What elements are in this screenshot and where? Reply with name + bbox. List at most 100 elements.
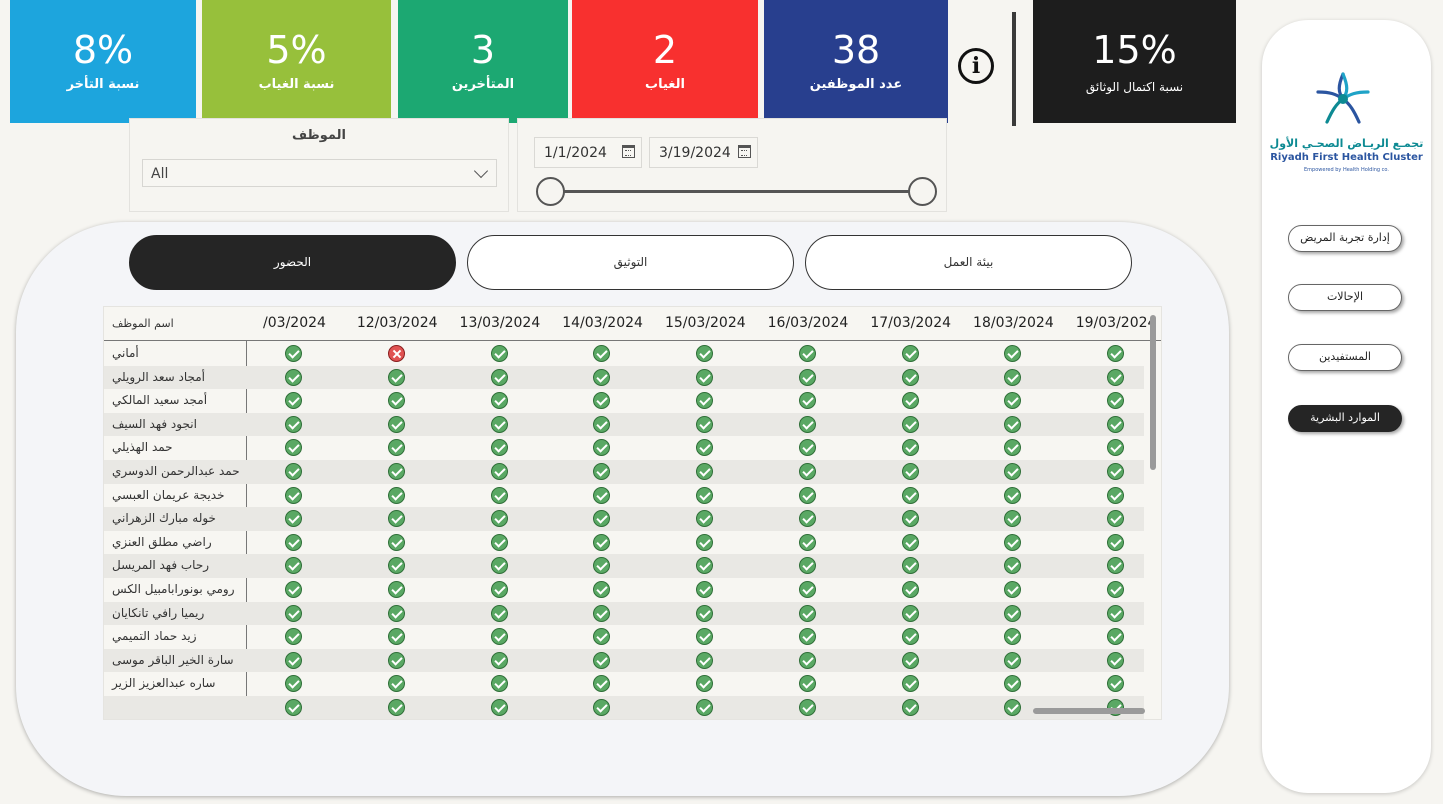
present-check-icon [285,486,303,504]
kpi-absence-rate[interactable]: 5% نسبة الغياب [202,0,391,123]
tab-documentation[interactable]: التوثيق [467,235,794,290]
present-check-icon [1106,392,1124,410]
date-range-start-handle[interactable] [536,177,565,206]
column-header-date[interactable]: 12/03/2024 [346,315,449,331]
present-check-icon [901,533,919,551]
column-header-date[interactable]: 13/03/2024 [448,315,551,331]
present-check-icon [285,651,303,669]
date-range-end-handle[interactable] [908,177,937,206]
employee-name-cell: حمد الهذيلي [112,440,173,455]
column-header-date[interactable]: 15/03/2024 [654,315,757,331]
chevron-down-icon [473,163,489,179]
calendar-icon[interactable] [738,145,751,158]
present-check-icon [285,533,303,551]
present-check-icon [593,345,611,362]
present-check-icon [1004,368,1022,386]
present-check-icon [490,651,508,669]
present-check-icon [696,510,714,528]
kpi-absence-count[interactable]: 2 الغياب [572,0,758,123]
present-check-icon [388,604,406,622]
present-check-icon [490,699,508,716]
column-header-date[interactable]: 18/03/2024 [962,315,1065,331]
kpi-absence-count-value: 2 [652,28,678,72]
present-check-icon [285,699,303,716]
matrix-header: اسم الموظف /03/2024 12/03/2024 13/03/2024 1… [104,307,1161,341]
info-icon[interactable]: i [958,48,994,84]
date-filter-panel: 1/1/2024 3/19/2024 [517,118,947,212]
present-check-icon [593,699,611,716]
column-header-date[interactable]: 17/03/2024 [859,315,962,331]
nav-referrals-button[interactable]: الإحالات [1288,284,1402,311]
present-check-icon [696,533,714,551]
dashboard-page: 8% نسبة التأخر 5% نسبة الغياب 3 المتأخري… [0,0,1443,804]
kpi-late-rate-label: نسبة التأخر [66,77,140,92]
present-check-icon [285,368,303,386]
table-row: رحاب فهد المريسل [104,554,1144,578]
present-check-icon [490,415,508,433]
nav-hr-button[interactable]: الموارد البشرية [1288,405,1402,432]
present-check-icon [1106,557,1124,575]
present-check-icon [901,439,919,457]
date-range-slider-track[interactable] [548,190,922,193]
present-check-icon [593,628,611,646]
kpi-employee-count[interactable]: 38 عدد الموظفين [764,0,948,123]
present-check-icon [1004,533,1022,551]
present-check-icon [1004,628,1022,646]
column-header-employee-name[interactable]: اسم الموظف [112,317,174,330]
employee-filter-panel: الموظف All [129,118,509,212]
horizontal-scrollbar[interactable] [1033,708,1145,714]
right-navigation-panel: تجمـع الريـاض الصحـي الأول Riyadh First … [1262,20,1431,793]
tab-attendance[interactable]: الحضور [129,235,456,290]
present-check-icon [1004,651,1022,669]
kpi-employee-count-value: 38 [831,28,881,72]
present-check-icon [593,675,611,693]
present-check-icon [901,628,919,646]
present-check-icon [1106,463,1124,480]
vertical-scrollbar[interactable] [1150,315,1156,470]
column-header-date[interactable]: 14/03/2024 [551,315,654,331]
present-check-icon [490,581,508,598]
kpi-late-rate-value: 8% [72,28,134,72]
kpi-late-count[interactable]: 3 المتأخرين [398,0,568,123]
employee-dropdown[interactable]: All [142,159,497,187]
present-check-icon [901,463,919,480]
calendar-icon[interactable] [622,145,635,158]
present-check-icon [388,463,406,480]
column-header-date[interactable]: 16/03/2024 [757,315,860,331]
employee-name-cell: رومي بونورابامبيل الكس [112,582,235,596]
present-check-icon [1106,439,1124,457]
column-header-date[interactable]: 19/03/2024 [1065,315,1161,331]
column-header-date[interactable]: /03/2024 [243,315,346,331]
kpi-late-rate[interactable]: 8% نسبة التأخر [10,0,196,123]
present-check-icon [388,368,406,386]
start-date-input[interactable]: 1/1/2024 [534,137,642,168]
present-check-icon [1004,392,1022,410]
present-check-icon [1106,510,1124,528]
present-check-icon [901,651,919,669]
present-check-icon [901,557,919,575]
present-check-icon [696,368,714,386]
present-check-icon [490,557,508,575]
start-date-value: 1/1/2024 [544,145,607,161]
present-check-icon [901,345,919,362]
nav-patient-experience-button[interactable]: إدارة تجربة المريض [1288,225,1402,252]
present-check-icon [593,368,611,386]
nav-beneficiaries-button[interactable]: المستفيدين [1288,344,1402,371]
kpi-absence-rate-value: 5% [266,28,327,72]
present-check-icon [388,557,406,575]
employee-dropdown-value: All [151,166,169,182]
present-check-icon [798,415,816,433]
end-date-input[interactable]: 3/19/2024 [649,137,758,168]
kpi-doc-completion[interactable]: 15% نسبة اكتمال الوثائق [1033,0,1236,123]
tab-work-environment[interactable]: بيئة العمل [805,235,1132,290]
present-check-icon [1004,486,1022,504]
present-check-icon [696,463,714,480]
table-row: رومي بونورابامبيل الكس [104,578,1144,602]
employee-filter-title: الموظف [292,128,346,143]
present-check-icon [388,675,406,693]
present-check-icon [1004,604,1022,622]
present-check-icon [490,392,508,410]
present-check-icon [388,628,406,646]
table-row: خديجة عريمان العبسي [104,484,1144,508]
present-check-icon [1106,533,1124,551]
